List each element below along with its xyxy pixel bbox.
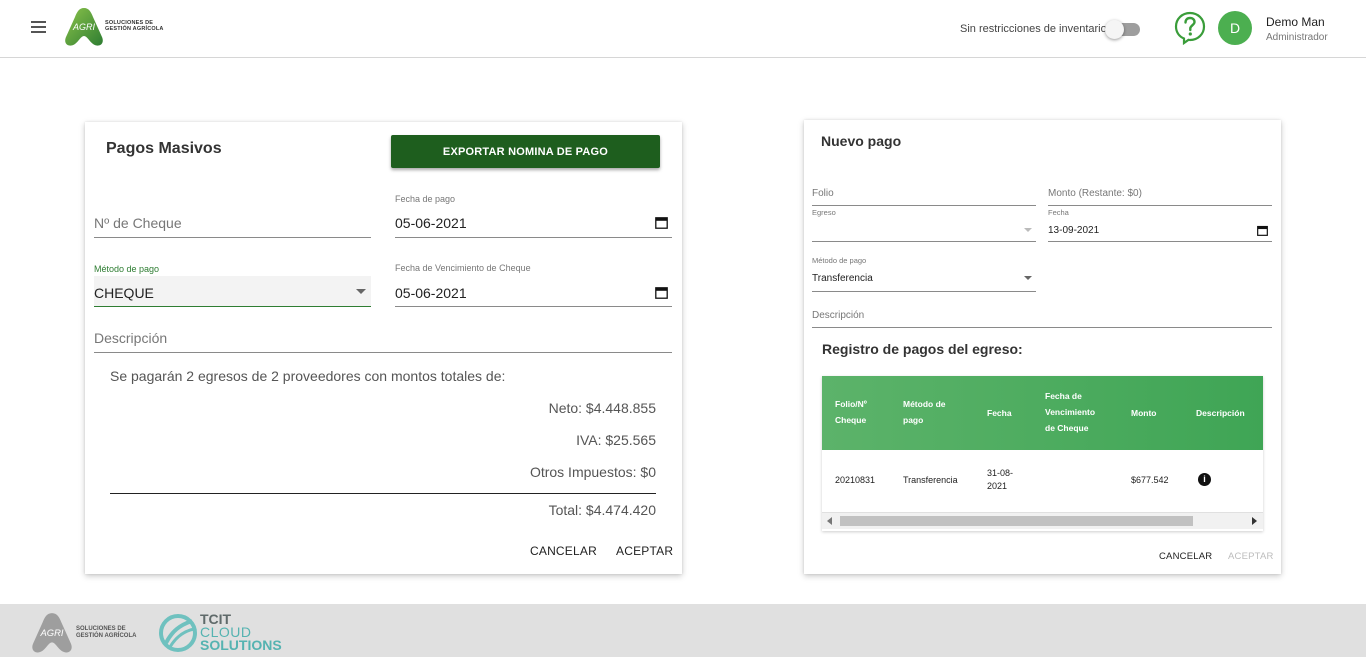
help-icon[interactable] xyxy=(1174,11,1206,46)
descripcion-placeholder: Descripción xyxy=(812,310,865,321)
tcit-wordmark: TCIT CLOUD SOLUTIONS xyxy=(200,612,282,653)
folio-placeholder: Folio xyxy=(812,188,834,199)
monto-input[interactable]: Monto (Restante: $0) xyxy=(1048,186,1272,206)
avatar[interactable]: D xyxy=(1218,11,1252,45)
folio-input[interactable]: Folio xyxy=(812,186,1036,206)
fecha-vencimiento-value: 05-06-2021 xyxy=(395,285,467,301)
inventory-toggle-label: Sin restricciones de inventario xyxy=(960,23,1107,35)
egreso-select[interactable]: Egreso xyxy=(812,208,1036,242)
metodo-pago-value: CHEQUE xyxy=(94,285,154,301)
cell-monto: $677.542 xyxy=(1131,475,1169,485)
cell-fecha: 31-08-2021 xyxy=(987,468,1014,491)
iva-amount: IVA: $25.565 xyxy=(576,432,656,448)
cell-metodo: Transferencia xyxy=(903,475,958,485)
scroll-right-icon[interactable] xyxy=(1252,517,1257,525)
logo-mark-text: AGRI xyxy=(72,22,96,32)
scroll-left-icon[interactable] xyxy=(827,517,832,525)
tcit-logo-icon xyxy=(159,614,197,652)
fecha-pago-label: Fecha de pago xyxy=(395,194,456,204)
calendar-icon[interactable] xyxy=(655,216,668,229)
cell-folio: 20210831 xyxy=(835,475,876,485)
otros-impuestos-amount: Otros Impuestos: $0 xyxy=(529,464,656,480)
chevron-down-icon[interactable] xyxy=(1024,228,1032,232)
footer-logo-mark-text: AGRI xyxy=(40,627,64,638)
total-divider xyxy=(110,493,656,494)
menu-icon[interactable] xyxy=(28,18,50,40)
logo-text: SOLUCIONES DE GESTIÓN AGRÍCOLA xyxy=(105,20,164,32)
avatar-initial: D xyxy=(1229,20,1241,36)
calendar-icon[interactable] xyxy=(655,286,668,299)
cheque-number-input[interactable]: Nº de Cheque xyxy=(94,206,371,238)
descripcion-placeholder: Descripción xyxy=(94,330,168,346)
table-row[interactable]: 20210831 Transferencia 31-08-2021 $677.5… xyxy=(822,450,1263,512)
export-nomina-button[interactable]: EXPORTAR NOMINA DE PAGO xyxy=(391,135,660,168)
metodo-pago-select[interactable]: Método de pago CHEQUE xyxy=(94,264,371,307)
cancel-button[interactable]: CANCELAR xyxy=(1159,551,1212,562)
neto-amount: Neto: $4.448.855 xyxy=(548,400,656,416)
info-icon[interactable]: i xyxy=(1198,473,1211,486)
inventory-toggle[interactable] xyxy=(1105,20,1140,39)
calendar-icon[interactable] xyxy=(1257,225,1268,236)
cancel-button[interactable]: CANCELAR xyxy=(530,544,597,558)
pagos-table: Folio/Nº Cheque Método de pago Fecha Fec… xyxy=(822,376,1263,531)
cheque-number-placeholder: Nº de Cheque xyxy=(94,215,182,231)
metodo-pago-select[interactable]: Método de pago Transferencia xyxy=(812,256,1036,292)
table-header: Folio/Nº Cheque Método de pago Fecha Fec… xyxy=(822,376,1263,450)
descripcion-input[interactable]: Descripción xyxy=(812,308,1272,328)
column-header-descripcion: Descripción xyxy=(1196,408,1245,418)
agri-footer-logo-icon: AGRI xyxy=(32,613,72,653)
chevron-down-icon[interactable] xyxy=(356,289,366,294)
tcit-line3: SOLUTIONS xyxy=(200,637,282,653)
descripcion-input[interactable]: Descripción xyxy=(94,322,672,353)
fecha-input[interactable]: Fecha 13-09-2021 xyxy=(1048,208,1272,242)
registro-pagos-title: Registro de pagos del egreso: xyxy=(822,341,1023,357)
summary-text: Se pagarán 2 egresos de 2 proveedores co… xyxy=(110,368,506,384)
page: AGRI SOLUCIONES DE GESTIÓN AGRÍCOLA Sin … xyxy=(0,0,1366,657)
agri-logo[interactable]: AGRI SOLUCIONES DE GESTIÓN AGRÍCOLA xyxy=(63,6,173,50)
monto-placeholder: Monto (Restante: $0) xyxy=(1048,188,1142,199)
metodo-pago-value: Transferencia xyxy=(812,273,873,284)
fecha-value: 13-09-2021 xyxy=(1048,225,1100,236)
agri-logo-mark-icon: AGRI xyxy=(65,8,103,46)
metodo-pago-label: Método de pago xyxy=(812,256,867,265)
horizontal-scrollbar[interactable] xyxy=(822,512,1263,529)
chevron-down-icon[interactable] xyxy=(1024,276,1032,280)
card-title: Nuevo pago xyxy=(821,133,902,149)
footer-logo-text: SOLUCIONES DE GESTIÓN AGRÍCOLA xyxy=(76,626,137,639)
card-title: Pagos Masivos xyxy=(106,140,222,157)
fecha-pago-input[interactable]: Fecha de pago 05-06-2021 xyxy=(395,194,672,238)
column-header-fecha: Fecha xyxy=(987,408,1012,418)
user-name: Demo Man xyxy=(1266,15,1325,29)
accept-button[interactable]: ACEPTAR xyxy=(616,544,673,558)
metodo-pago-label: Método de pago xyxy=(94,264,160,274)
pagos-masivos-card: Pagos Masivos EXPORTAR NOMINA DE PAGO Nº… xyxy=(85,122,682,574)
user-role: Administrador xyxy=(1266,32,1328,43)
scrollbar-thumb[interactable] xyxy=(840,516,1193,526)
footer: AGRI SOLUCIONES DE GESTIÓN AGRÍCOLA TCIT… xyxy=(0,604,1366,657)
fecha-label: Fecha xyxy=(1048,208,1069,217)
fecha-pago-value: 05-06-2021 xyxy=(395,215,467,231)
column-header-metodo: Método de pago xyxy=(903,399,946,425)
accept-button[interactable]: ACEPTAR xyxy=(1228,551,1274,562)
column-header-vencimiento: Fecha de Vencimiento de Cheque xyxy=(1045,391,1096,433)
top-app-bar: AGRI SOLUCIONES DE GESTIÓN AGRÍCOLA Sin … xyxy=(0,0,1366,58)
column-header-folio: Folio/Nº Cheque xyxy=(835,399,867,425)
toggle-knob xyxy=(1105,20,1124,39)
fecha-vencimiento-label: Fecha de Vencimiento de Cheque xyxy=(395,263,531,273)
column-header-monto: Monto xyxy=(1131,408,1157,418)
egreso-label: Egreso xyxy=(812,208,836,217)
nuevo-pago-card: Nuevo pago Folio Monto (Restante: $0) Eg… xyxy=(804,120,1281,574)
total-amount: Total: $4.474.420 xyxy=(548,502,656,518)
fecha-vencimiento-input[interactable]: Fecha de Vencimiento de Cheque 05-06-202… xyxy=(395,263,672,307)
